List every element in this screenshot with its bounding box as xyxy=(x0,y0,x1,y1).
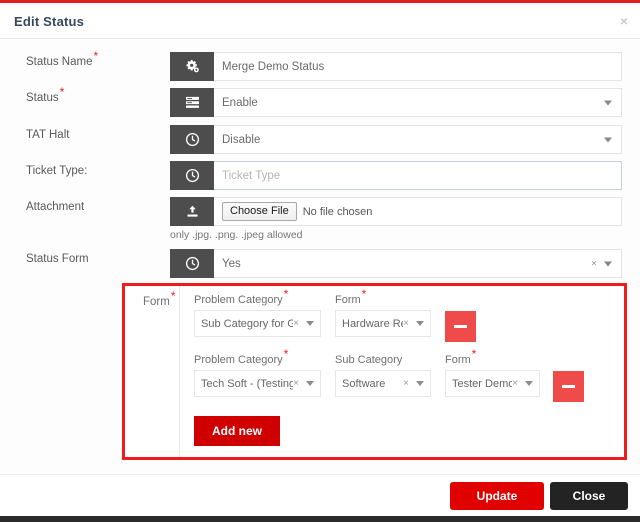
update-button[interactable]: Update xyxy=(450,482,544,510)
minus-icon xyxy=(562,385,575,388)
form-builder-row: Problem Category* Sub Category for Glob.… xyxy=(180,287,624,350)
required-asterisk: * xyxy=(93,49,99,64)
clock-icon xyxy=(170,249,214,278)
label-tat-halt: TAT Halt xyxy=(26,129,70,141)
input-group-status-form: Yes × xyxy=(170,249,622,278)
attachment-file-input[interactable]: Choose File No file chosen xyxy=(214,197,622,226)
field-problem-category-1: Problem Category* Sub Category for Glob.… xyxy=(194,287,321,337)
required-asterisk: * xyxy=(59,85,65,100)
chevron-down-icon xyxy=(604,100,612,105)
status-name-input[interactable]: Merge Demo Status xyxy=(214,52,622,81)
cogs-icon xyxy=(170,52,214,81)
form-builder-label: Form* xyxy=(143,289,176,308)
edit-status-modal: Edit Status × Status Name* Merge Demo St… xyxy=(0,0,640,522)
tat-halt-select[interactable]: Disable xyxy=(214,125,622,154)
bottom-accent-bar xyxy=(0,516,640,522)
status-name-value: Merge Demo Status xyxy=(222,60,325,73)
attachment-helper-text: only .jpg. .png. .jpeg allowed xyxy=(170,229,303,241)
chevron-down-icon xyxy=(604,137,612,142)
select-value: Tech Soft - (Testing) xyxy=(201,377,294,390)
clear-icon[interactable]: × xyxy=(512,378,518,389)
select-value: Hardware Re... xyxy=(342,317,403,330)
minus-icon xyxy=(454,325,467,328)
required-asterisk: * xyxy=(361,287,367,302)
required-asterisk: * xyxy=(170,289,176,304)
chevron-down-icon xyxy=(416,321,424,326)
upload-icon xyxy=(170,197,214,226)
form-select-1[interactable]: Hardware Re... × xyxy=(335,310,431,337)
choose-file-button[interactable]: Choose File xyxy=(222,202,297,221)
clear-icon[interactable]: × xyxy=(293,378,299,389)
label-status-name: Status Name* xyxy=(26,49,99,68)
form-select-2[interactable]: Tester Demo ... × xyxy=(445,370,540,397)
chevron-down-icon xyxy=(306,381,314,386)
modal-body: Status Name* Merge Demo Status Status* E… xyxy=(0,40,640,474)
label-attachment: Attachment xyxy=(26,201,85,213)
status-value: Enable xyxy=(222,96,258,109)
field-label: Problem Category* xyxy=(194,287,289,306)
page-title: Edit Status xyxy=(14,14,85,29)
clear-icon[interactable]: × xyxy=(591,258,597,269)
label-status-form: Status Form xyxy=(26,253,89,265)
close-button[interactable]: Close xyxy=(550,482,628,510)
label-ticket-type: Ticket Type: xyxy=(26,165,88,177)
status-form-value: Yes xyxy=(222,257,241,270)
select-value: Sub Category for Glob... xyxy=(201,317,293,330)
field-label: Form* xyxy=(445,347,477,366)
label-status: Status* xyxy=(26,85,65,104)
field-form-1: Form* Hardware Re... × xyxy=(335,287,431,337)
required-asterisk: * xyxy=(471,347,477,362)
clear-icon[interactable]: × xyxy=(403,378,409,389)
chevron-down-icon xyxy=(525,381,533,386)
list-icon xyxy=(170,88,214,117)
form-builder-highlight-box: Form* Problem Category* Sub Category for… xyxy=(122,283,627,460)
status-select[interactable]: Enable xyxy=(214,88,622,117)
clock-icon xyxy=(170,161,214,190)
file-status-text: No file chosen xyxy=(302,205,373,218)
chevron-down-icon xyxy=(416,381,424,386)
chevron-down-icon xyxy=(604,261,612,266)
field-form-2: Form* Tester Demo ... × xyxy=(445,347,540,397)
form-builder-row: Problem Category* Tech Soft - (Testing) … xyxy=(180,347,624,410)
field-label: Sub Category xyxy=(335,354,403,366)
clock-icon xyxy=(170,125,214,154)
problem-category-select-1[interactable]: Sub Category for Glob... × xyxy=(194,310,321,337)
field-problem-category-2: Problem Category* Tech Soft - (Testing) … xyxy=(194,347,321,397)
modal-footer: Update Close xyxy=(0,474,640,516)
input-group-attachment: Choose File No file chosen xyxy=(170,197,622,226)
field-sub-category-2: Sub Category Software × xyxy=(335,354,431,397)
ticket-type-placeholder: Ticket Type xyxy=(222,169,281,182)
remove-form-row-button-1[interactable] xyxy=(445,311,476,342)
remove-form-row-button-2[interactable] xyxy=(553,371,584,402)
close-icon[interactable]: × xyxy=(620,14,628,28)
form-builder-rows: Problem Category* Sub Category for Glob.… xyxy=(180,286,624,457)
input-group-status: Enable xyxy=(170,88,622,117)
ticket-type-input[interactable]: Ticket Type xyxy=(214,161,622,190)
modal-header: Edit Status × xyxy=(0,3,640,39)
select-value: Software xyxy=(342,377,386,390)
field-label: Form* xyxy=(335,287,367,306)
problem-category-select-2[interactable]: Tech Soft - (Testing) × xyxy=(194,370,321,397)
required-asterisk: * xyxy=(283,287,289,302)
field-label: Problem Category* xyxy=(194,347,289,366)
input-group-status-name: Merge Demo Status xyxy=(170,52,622,81)
input-group-ticket-type: Ticket Type xyxy=(170,161,622,190)
status-form-select[interactable]: Yes × xyxy=(214,249,622,278)
clear-icon[interactable]: × xyxy=(403,318,409,329)
clear-icon[interactable]: × xyxy=(293,318,299,329)
select-value: Tester Demo ... xyxy=(452,377,513,390)
chevron-down-icon xyxy=(306,321,314,326)
sub-category-select-2[interactable]: Software × xyxy=(335,370,431,397)
input-group-tat-halt: Disable xyxy=(170,125,622,154)
tat-halt-value: Disable xyxy=(222,133,261,146)
required-asterisk: * xyxy=(283,347,289,362)
add-new-button[interactable]: Add new xyxy=(194,416,280,446)
